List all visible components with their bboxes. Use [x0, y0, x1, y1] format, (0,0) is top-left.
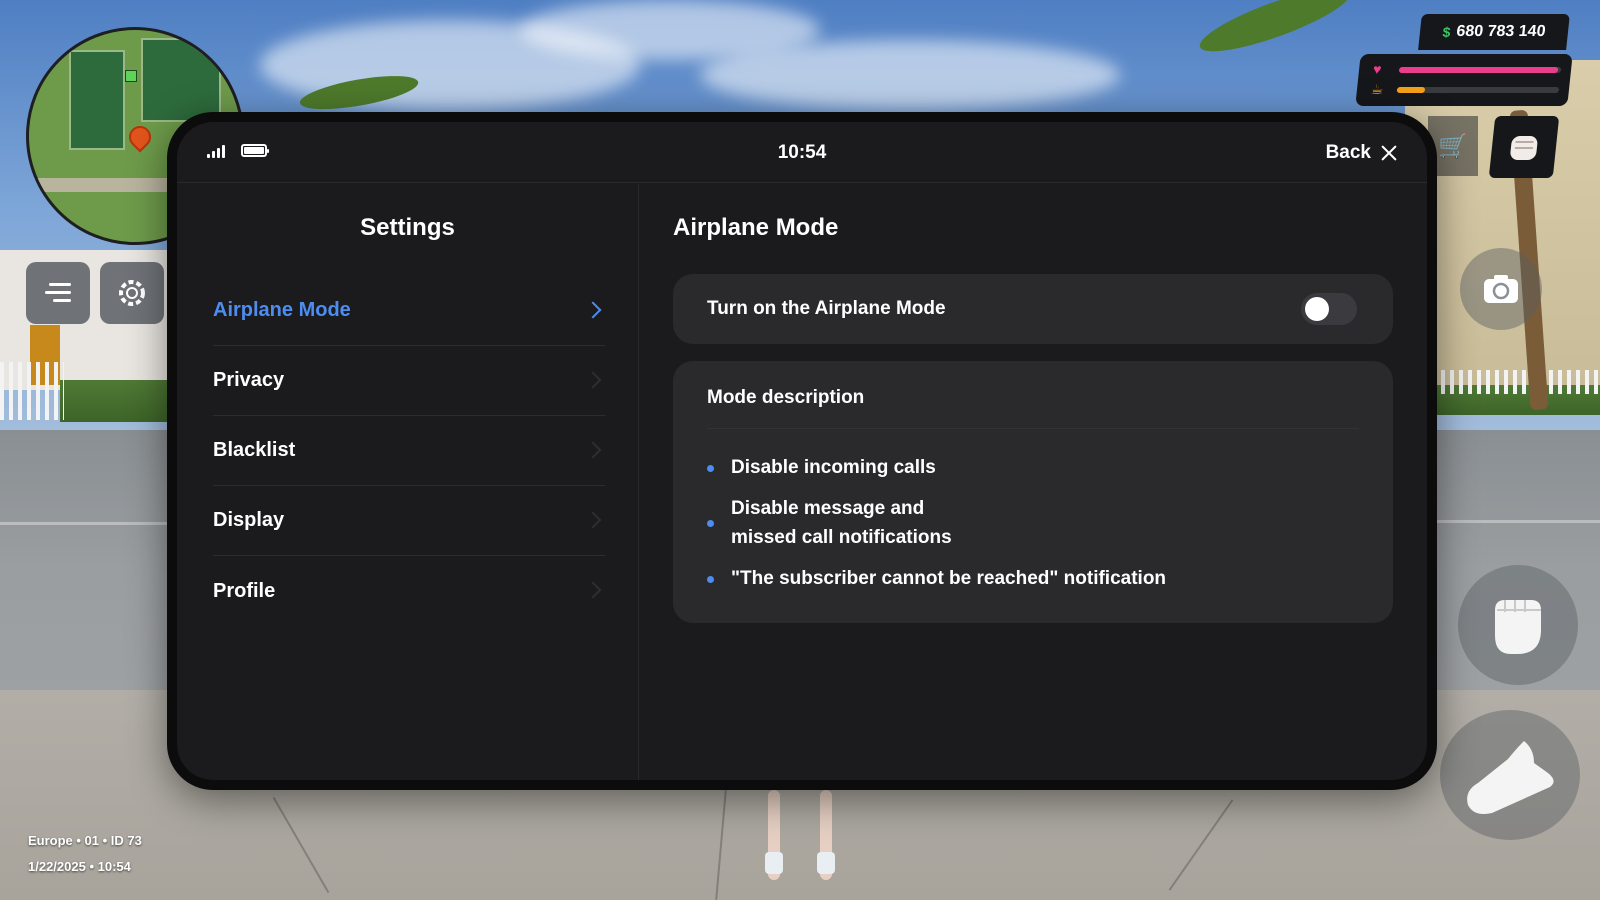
server-info: Europe • 01 • ID 73 1/22/2025 • 10:54	[28, 828, 142, 880]
signal-icon	[207, 144, 225, 158]
nav-item-label: Profile	[213, 579, 276, 602]
nav-item-label: Display	[213, 509, 285, 531]
hunger-bar	[1396, 87, 1560, 93]
phone-clock: 10:54	[777, 142, 827, 163]
server-line: Europe • 01 • ID 73	[28, 833, 142, 848]
phone-frame: 10:54 Back Settings Airplane Mode Privac…	[167, 112, 1437, 790]
punch-button[interactable]	[1458, 565, 1578, 685]
chevron-right-icon	[584, 511, 602, 529]
settings-content: Airplane Mode Turn on the Airplane Mode …	[673, 184, 1393, 780]
weapon-slot-button[interactable]	[1488, 116, 1560, 178]
phone-screen: 10:54 Back Settings Airplane Mode Privac…	[177, 122, 1427, 780]
list-item: "The subscriber cannot be reached" notif…	[707, 564, 1359, 593]
cloud	[520, 0, 820, 60]
nav-item-label: Blacklist	[213, 439, 296, 461]
nav-item-label: Airplane Mode	[213, 299, 351, 321]
nav-item-label: Privacy	[213, 369, 285, 391]
mode-description-card: Mode description Disable incoming calls …	[673, 361, 1393, 623]
player-position-pin-icon	[124, 121, 156, 153]
menu-icon	[45, 283, 71, 302]
close-icon	[1381, 145, 1397, 161]
bullet-icon	[707, 575, 714, 583]
chevron-right-icon	[584, 581, 602, 599]
bullet-icon	[707, 464, 714, 472]
settings-sidebar: Settings Airplane Mode Privacy Blacklist…	[177, 184, 639, 780]
menu-button[interactable]	[26, 262, 90, 324]
money-amount: 680 783 140	[1455, 23, 1547, 40]
description-list: Disable incoming calls Disable message a…	[707, 453, 1359, 605]
health-bar-fill	[1398, 67, 1559, 73]
list-item-text: Disable message and missed call notifica…	[731, 498, 952, 548]
fist-icon	[1495, 600, 1541, 654]
minimap-block	[69, 50, 125, 150]
lawn	[60, 380, 170, 422]
character-shoe	[765, 852, 783, 874]
phone-status-bar: 10:54 Back	[177, 122, 1427, 183]
food-icon: ☕	[1370, 81, 1385, 97]
nav-item-privacy[interactable]: Privacy	[213, 346, 605, 416]
character-shoe	[817, 852, 835, 874]
description-title: Mode description	[707, 361, 1359, 429]
date-time-line: 1/22/2025 • 10:54	[28, 859, 131, 874]
list-item: Disable message and missed call notifica…	[707, 494, 1359, 552]
settings-nav: Airplane Mode Privacy Blacklist Display …	[213, 276, 605, 626]
money-display: $ 680 783 140	[1418, 14, 1570, 50]
road-marking	[0, 522, 170, 525]
sprint-button[interactable]	[1440, 710, 1580, 840]
minimap-marker	[125, 70, 137, 82]
settings-wheel-button[interactable]	[100, 262, 164, 324]
chevron-right-icon	[584, 441, 602, 459]
minimap-block	[141, 38, 221, 122]
nav-item-airplane-mode[interactable]: Airplane Mode	[213, 276, 605, 346]
back-label: Back	[1325, 142, 1371, 163]
list-item-text: Disable incoming calls	[731, 457, 936, 478]
airplane-mode-toggle[interactable]	[1301, 293, 1357, 325]
camera-rotate-button[interactable]	[1460, 248, 1542, 330]
list-item-text: "The subscriber cannot be reached" notif…	[731, 568, 1167, 589]
gear-icon	[119, 280, 145, 306]
chevron-right-icon	[584, 301, 602, 319]
settings-title: Settings	[360, 214, 455, 241]
chevron-right-icon	[584, 371, 602, 389]
battery-icon	[241, 144, 269, 157]
camera-rotate-icon	[1484, 275, 1518, 303]
nav-item-blacklist[interactable]: Blacklist	[213, 416, 605, 486]
heart-icon: ♥	[1372, 61, 1383, 77]
airplane-mode-toggle-row: Turn on the Airplane Mode	[673, 274, 1393, 344]
back-button[interactable]: Back	[1326, 136, 1397, 170]
status-bars: ♥ ☕	[1355, 54, 1573, 106]
toggle-label: Turn on the Airplane Mode	[707, 298, 946, 319]
bullet-icon	[707, 520, 714, 527]
sneaker-icon	[1467, 741, 1554, 814]
health-bar	[1398, 67, 1562, 73]
nav-item-display[interactable]: Display	[213, 486, 605, 556]
nav-item-profile[interactable]: Profile	[213, 556, 605, 626]
dollar-icon: $	[1441, 24, 1452, 40]
toggle-knob	[1305, 297, 1329, 321]
fist-icon	[1510, 136, 1538, 160]
page-title: Airplane Mode	[673, 214, 839, 241]
list-item: Disable incoming calls	[707, 453, 1359, 482]
cart-icon: 🛒	[1438, 132, 1468, 160]
picket-fence	[0, 362, 64, 420]
hunger-bar-fill	[1396, 87, 1425, 93]
